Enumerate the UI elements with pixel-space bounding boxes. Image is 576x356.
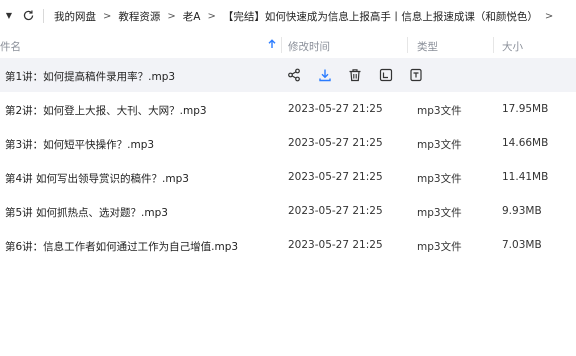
file-name[interactable]: 第6讲：信息工作者如何通过工作为自己增值.mp3 — [5, 239, 238, 254]
column-modified[interactable]: 修改时间 — [288, 39, 330, 54]
breadcrumb-separator: > — [167, 10, 176, 22]
breadcrumb-item-current[interactable]: 【完结】如何快速成为信息上报高手丨信息上报速成课（和颜悦色） — [223, 9, 538, 24]
file-type: mp3文件 — [417, 105, 462, 117]
file-name[interactable]: 第1讲：如何提高稿件录用率？.mp3 — [5, 69, 175, 84]
column-name[interactable]: 件名 — [0, 39, 21, 54]
divider — [43, 9, 44, 23]
file-row[interactable]: 第3讲：如何短平快操作？.mp3 2023-05-27 21:25 mp3文件 … — [0, 126, 576, 160]
breadcrumb-separator: > — [207, 10, 216, 22]
column-size[interactable]: 大小 — [502, 39, 523, 54]
refresh-icon[interactable] — [20, 7, 36, 23]
file-modified: 2023-05-27 21:25 — [288, 171, 383, 183]
file-size: 17.95MB — [502, 103, 549, 115]
file-size: 11.41MB — [502, 171, 549, 183]
download-icon[interactable] — [317, 67, 333, 83]
file-size: 9.93MB — [502, 205, 542, 217]
column-header: 件名 修改时间 类型 大小 — [0, 32, 576, 58]
file-type: mp3文件 — [417, 207, 462, 219]
file-size: 7.03MB — [502, 239, 542, 251]
breadcrumb-more[interactable]: > — [545, 11, 553, 22]
history-dropdown-icon[interactable]: ▼ — [4, 9, 14, 21]
column-divider[interactable] — [281, 37, 282, 53]
file-name[interactable]: 第5讲 如何抓热点、选对题？.mp3 — [5, 205, 168, 220]
breadcrumb-item-root[interactable]: 我的网盘 — [54, 9, 96, 24]
file-modified: 2023-05-27 21:25 — [288, 239, 383, 251]
file-type: mp3文件 — [417, 173, 462, 185]
file-row[interactable]: 第4讲 如何写出领导赏识的稿件？.mp3 2023-05-27 21:25 mp… — [0, 160, 576, 194]
row-actions — [286, 67, 439, 83]
delete-icon[interactable] — [347, 67, 363, 83]
file-browser: ▼ 我的网盘 > 教程资源 > 老A > 【完结】如何快速成为信息上报高手丨信息… — [0, 0, 576, 356]
column-divider[interactable] — [407, 37, 408, 53]
file-row[interactable]: 第6讲：信息工作者如何通过工作为自己增值.mp3 2023-05-27 21:2… — [0, 228, 576, 262]
file-modified: 2023-05-27 21:25 — [288, 137, 383, 149]
file-type: mp3文件 — [417, 139, 462, 151]
more-icon[interactable] — [408, 67, 424, 83]
breadcrumb-bar: ▼ 我的网盘 > 教程资源 > 老A > 【完结】如何快速成为信息上报高手丨信息… — [0, 0, 576, 32]
file-size: 14.66MB — [502, 137, 549, 149]
file-modified: 2023-05-27 21:25 — [288, 205, 383, 217]
sort-ascending-icon[interactable] — [266, 38, 278, 50]
breadcrumb: 我的网盘 > 教程资源 > 老A > 【完结】如何快速成为信息上报高手丨信息上报… — [54, 0, 560, 32]
file-row[interactable]: 第5讲 如何抓热点、选对题？.mp3 2023-05-27 21:25 mp3文… — [0, 194, 576, 228]
rename-icon[interactable] — [378, 67, 394, 83]
share-icon[interactable] — [286, 67, 302, 83]
column-divider[interactable] — [493, 37, 494, 53]
file-modified: 2023-05-27 21:25 — [288, 103, 383, 115]
breadcrumb-item-author[interactable]: 老A — [183, 9, 201, 24]
file-row[interactable]: 第2讲：如何登上大报、大刊、大网？.mp3 2023-05-27 21:25 m… — [0, 92, 576, 126]
breadcrumb-separator: > — [103, 10, 112, 22]
file-name[interactable]: 第2讲：如何登上大报、大刊、大网？.mp3 — [5, 103, 207, 118]
file-name[interactable]: 第4讲 如何写出领导赏识的稿件？.mp3 — [5, 171, 189, 186]
column-type[interactable]: 类型 — [417, 39, 438, 54]
file-row[interactable]: 第1讲：如何提高稿件录用率？.mp3 — [0, 58, 576, 92]
file-type: mp3文件 — [417, 241, 462, 253]
breadcrumb-item-resources[interactable]: 教程资源 — [118, 9, 160, 24]
file-name[interactable]: 第3讲：如何短平快操作？.mp3 — [5, 137, 154, 152]
